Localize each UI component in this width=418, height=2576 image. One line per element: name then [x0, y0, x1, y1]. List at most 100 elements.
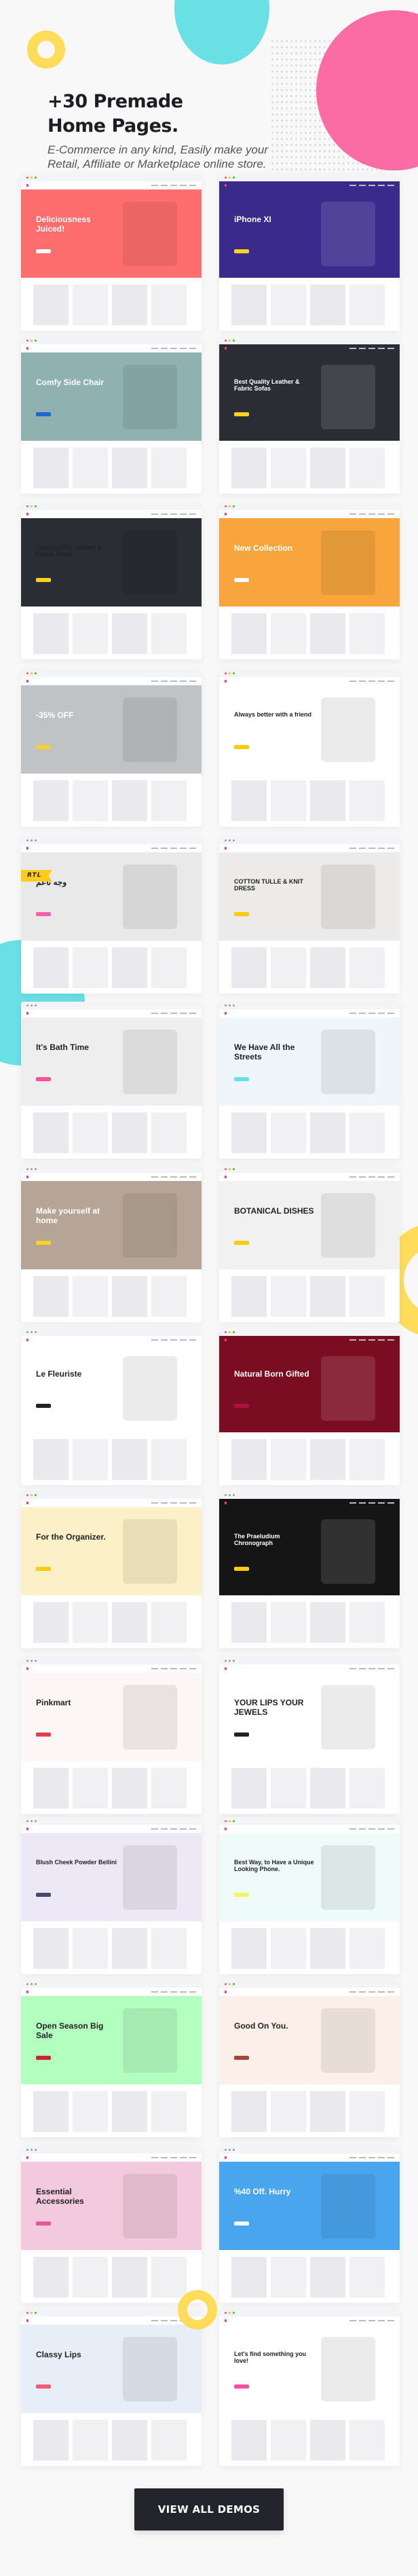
demo-product-card: [310, 1768, 345, 1809]
demo-thumbnail[interactable]: Open Season Big Sale: [21, 1980, 202, 2137]
demo-thumbnail[interactable]: Essential Accessories: [21, 2146, 202, 2303]
demo-preview: Blush Cheek Powder Bellini: [21, 1825, 202, 1974]
nav-link: [349, 1339, 356, 1341]
demo-nav: [21, 2317, 202, 2325]
logo-mark-icon: [26, 513, 28, 515]
nav-link: [359, 681, 366, 682]
nav-link: [378, 1991, 385, 1993]
nav-link: [180, 2157, 187, 2158]
browser-bar: [219, 837, 400, 844]
demo-preview: Pinkmart: [21, 1665, 202, 1814]
demo-thumbnail[interactable]: Make yourself at home: [21, 1165, 202, 1322]
demo-thumbnail[interactable]: New Collection: [219, 503, 400, 659]
logo-mark-icon: [26, 1502, 28, 1504]
nav-link: [170, 681, 177, 682]
demo-thumbnail[interactable]: iPhone XI: [219, 174, 400, 331]
demo-thumbnail[interactable]: Let's find something you love!: [219, 2309, 400, 2466]
demo-hero-image: [123, 530, 177, 595]
nav-link: [359, 2157, 366, 2158]
window-dot-icon: [233, 672, 235, 674]
demo-thumbnail[interactable]: %40 Off. Hurry: [219, 2146, 400, 2303]
nav-link: [151, 1013, 158, 1014]
demo-thumbnail[interactable]: Best Quality Leather & Fabric Sofas: [219, 337, 400, 494]
window-dot-icon: [35, 1331, 37, 1333]
demo-thumbnail[interactable]: -35% OFF: [21, 670, 202, 827]
demo-logo: [26, 1339, 28, 1341]
window-dot-icon: [229, 2312, 231, 2314]
demo-thumbnail[interactable]: The Praeludium Chronograph: [219, 1491, 400, 1648]
demo-thumbnail[interactable]: Blush Cheek Powder Bellini: [21, 1817, 202, 1974]
demo-thumbnail[interactable]: Pinkmart: [21, 1657, 202, 1814]
demo-product-card: [271, 1112, 306, 1153]
window-dot-icon: [233, 1660, 235, 1662]
demo-shop-button: [234, 1567, 249, 1571]
demo-product-card: [73, 780, 108, 821]
nav-link: [170, 1502, 177, 1504]
nav-link: [189, 1828, 196, 1830]
demo-nav: [21, 1499, 202, 1507]
nav-link: [349, 681, 356, 682]
demo-thumbnail[interactable]: Always better with a friend: [219, 670, 400, 827]
nav-link: [387, 513, 394, 515]
demo-thumbnail[interactable]: Le Fleuriste: [21, 1328, 202, 1485]
window-dot-icon: [229, 1820, 231, 1822]
demo-preview: For the Organizer.: [21, 1499, 202, 1648]
demo-preview: COTTON TULLE & KNIT DRESS: [219, 844, 400, 994]
demo-thumbnail[interactable]: وجه ناعم: [21, 837, 202, 994]
demo-nav-links: [151, 681, 196, 682]
demo-preview: Le Fleuriste: [21, 1336, 202, 1485]
demo-thumbnail[interactable]: BOTANICAL DISHES: [219, 1165, 400, 1322]
window-dot-icon: [229, 1004, 231, 1006]
demo-product-card: [151, 1768, 187, 1809]
demo-thumbnail[interactable]: Classy Lips: [21, 2309, 202, 2466]
demo-thumbnail[interactable]: Comfy Side Chair: [21, 337, 202, 494]
nav-link: [368, 681, 375, 682]
nav-link: [161, 1502, 168, 1504]
demo-product-card: [73, 1276, 108, 1317]
window-dot-icon: [31, 340, 33, 342]
demo-thumbnail[interactable]: COTTON TULLE & KNIT DRESS: [219, 837, 400, 994]
demo-thumbnail[interactable]: YOUR LIPS YOUR JEWELS: [219, 1657, 400, 1814]
demo-thumbnail[interactable]: Best Way, to Have a Unique Looking Phone…: [219, 1817, 400, 1974]
nav-link: [180, 1668, 187, 1669]
demo-product-card: [310, 2257, 345, 2298]
demo-nav-links: [349, 1668, 394, 1669]
nav-link: [161, 1828, 168, 1830]
nav-link: [151, 1339, 158, 1341]
demo-thumbnail[interactable]: We Have All the Streets: [219, 1002, 400, 1159]
view-all-demos-button[interactable]: VIEW ALL DEMOS: [134, 2488, 284, 2530]
demo-nav-links: [151, 848, 196, 849]
window-dot-icon: [233, 177, 235, 179]
window-dot-icon: [35, 672, 37, 674]
demo-headline: Pinkmart: [36, 1698, 71, 1707]
window-dot-icon: [26, 2312, 28, 2314]
nav-link: [359, 1991, 366, 1993]
demo-nav-links: [349, 1176, 394, 1178]
browser-bar: [21, 1817, 202, 1825]
demo-product-card: [231, 2091, 267, 2132]
demo-product-card: [112, 1928, 147, 1969]
demo-thumbnail[interactable]: Natural Born Gifted: [219, 1328, 400, 1485]
browser-bar: [219, 670, 400, 677]
demo-product-card: [231, 1602, 267, 1643]
demo-thumbnail[interactable]: Deliciousness Juiced!: [21, 174, 202, 331]
demo-nav: [21, 510, 202, 518]
demo-thumbnail[interactable]: Good On You.: [219, 1980, 400, 2137]
demo-thumbnail[interactable]: It's Bath Time: [21, 1002, 202, 1159]
demo-nav: [21, 844, 202, 852]
demo-nav-links: [349, 681, 394, 682]
demo-thumbnail[interactable]: For the Organizer.: [21, 1491, 202, 1648]
demo-product-card: [310, 613, 345, 654]
nav-link: [180, 1828, 187, 1830]
demo-thumbnail[interactable]: Best Quality Leather & Fabric Sofas: [21, 503, 202, 659]
window-dot-icon: [26, 1494, 28, 1496]
demo-preview: Deliciousness Juiced!: [21, 181, 202, 331]
demo-headline: Comfy Side Chair: [36, 378, 104, 387]
demo-headline: -35% OFF: [36, 710, 74, 720]
nav-link: [368, 1668, 375, 1669]
demo-headline: Le Fleuriste: [36, 1369, 82, 1379]
logo-mark-icon: [225, 1012, 227, 1015]
demo-product-card: [33, 1112, 69, 1153]
browser-bar: [21, 1328, 202, 1336]
demo-hero-image: [321, 202, 375, 266]
